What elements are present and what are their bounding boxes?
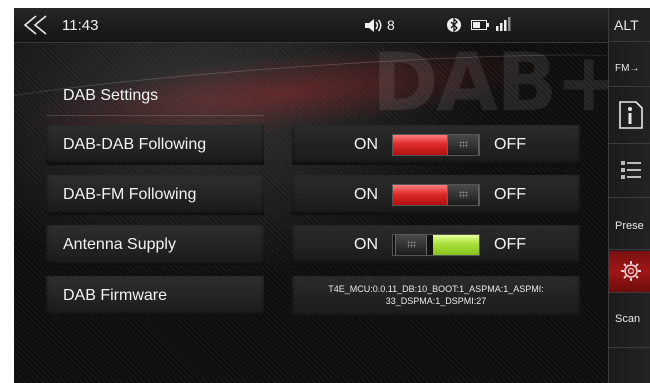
volume-indicator: 8 bbox=[364, 17, 395, 33]
dab-firmware-info: T4E_MCU:0.0.11_DB:10_BOOT:1_ASPMA:1_ASPM… bbox=[292, 276, 580, 318]
fm-switch-button[interactable]: FM→ bbox=[609, 43, 650, 87]
dab-settings-screen: 11:43 8 DAB+ DAB Settings DAB-DAB Follow… bbox=[14, 8, 650, 383]
back-icon[interactable] bbox=[22, 14, 56, 36]
antenna-supply-control: ON OFF bbox=[292, 225, 580, 265]
status-bar: 11:43 8 bbox=[14, 8, 608, 43]
alt-button[interactable]: ALT bbox=[609, 8, 650, 42]
list-icon bbox=[621, 161, 641, 179]
settings-button[interactable] bbox=[609, 251, 650, 293]
settings-header: DAB Settings bbox=[46, 76, 264, 116]
signal-icon bbox=[496, 17, 511, 31]
list-button[interactable] bbox=[609, 144, 650, 198]
dab-plus-watermark: DAB+ bbox=[372, 36, 622, 129]
volume-icon bbox=[365, 18, 382, 32]
dab-dab-following-label: DAB-DAB Following bbox=[46, 125, 264, 165]
toggle-knob[interactable] bbox=[447, 135, 479, 155]
dab-firmware-label: DAB Firmware bbox=[46, 276, 264, 316]
volume-level: 8 bbox=[387, 17, 395, 33]
clock-time: 11:43 bbox=[62, 17, 99, 34]
on-option[interactable]: ON bbox=[354, 186, 378, 204]
firmware-version: T4E_MCU:0.0.11_DB:10_BOOT:1_ASPMA:1_ASPM… bbox=[292, 283, 580, 307]
scan-button[interactable]: Scan bbox=[609, 293, 650, 348]
settings-icon bbox=[621, 261, 641, 281]
dab-dab-following-toggle[interactable] bbox=[392, 134, 480, 156]
dab-fm-following-label: DAB-FM Following bbox=[46, 175, 264, 215]
toggle-on-indicator bbox=[393, 135, 448, 155]
firmware-version-line1: T4E_MCU:0.0.11_DB:10_BOOT:1_ASPMA:1_ASPM… bbox=[328, 284, 544, 294]
info-icon bbox=[619, 101, 643, 129]
dab-dab-following-control: ON OFF bbox=[292, 125, 580, 165]
toggle-knob[interactable] bbox=[447, 185, 479, 205]
info-button[interactable] bbox=[609, 88, 650, 144]
off-option[interactable]: OFF bbox=[494, 186, 526, 204]
antenna-supply-toggle[interactable] bbox=[392, 234, 480, 256]
firmware-version-line2: 33_DSPMA:1_DSPMI:27 bbox=[385, 296, 487, 306]
on-option[interactable]: ON bbox=[354, 236, 378, 254]
off-option[interactable]: OFF bbox=[494, 236, 526, 254]
antenna-supply-label: Antenna Supply bbox=[46, 225, 264, 265]
right-sidebar: ALT FM→ Prese Scan bbox=[608, 8, 650, 383]
off-option[interactable]: OFF bbox=[494, 136, 526, 154]
battery-icon bbox=[471, 20, 489, 30]
dab-fm-following-control: ON OFF bbox=[292, 175, 580, 215]
toggle-on-indicator bbox=[393, 185, 448, 205]
bluetooth-icon bbox=[447, 17, 461, 33]
toggle-knob[interactable] bbox=[395, 235, 427, 255]
preset-button[interactable]: Prese bbox=[609, 198, 650, 250]
on-option[interactable]: ON bbox=[354, 136, 378, 154]
dab-fm-following-toggle[interactable] bbox=[392, 184, 480, 206]
toggle-off-indicator bbox=[433, 235, 479, 255]
